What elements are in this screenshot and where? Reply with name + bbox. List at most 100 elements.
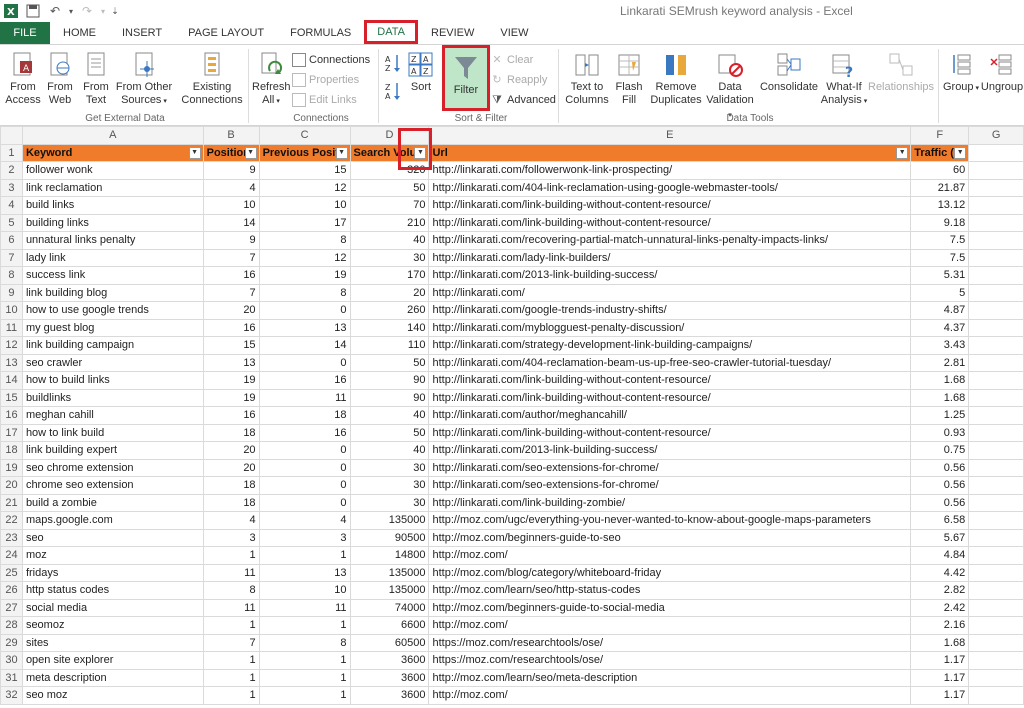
cell[interactable]: 1 <box>258 616 351 635</box>
cell[interactable]: 9 <box>202 231 260 250</box>
redo-icon[interactable]: ↷ <box>76 0 98 22</box>
cell[interactable] <box>968 563 1024 582</box>
cell[interactable] <box>968 283 1024 302</box>
cell[interactable] <box>968 651 1024 670</box>
row-header[interactable]: 19 <box>0 458 23 477</box>
cell[interactable] <box>968 581 1024 600</box>
cell[interactable]: 1 <box>258 686 351 705</box>
row-header[interactable]: 7 <box>0 248 23 267</box>
select-all-corner[interactable] <box>0 126 23 145</box>
refresh-all-button[interactable]: Refresh All ▾ <box>252 51 291 108</box>
edit-links-button[interactable]: Edit Links <box>292 91 357 109</box>
cell[interactable]: 13 <box>202 353 260 372</box>
cell[interactable] <box>968 441 1024 460</box>
cell[interactable]: 50 <box>349 423 430 442</box>
cell[interactable]: build a zombie <box>21 493 204 512</box>
cell[interactable]: 4 <box>258 511 351 530</box>
row-header[interactable]: 4 <box>0 196 23 215</box>
from-other-sources-button[interactable]: From Other Sources ▾ <box>114 51 174 108</box>
cell[interactable]: http://moz.com/learn/seo/meta-descriptio… <box>428 668 912 687</box>
cell[interactable]: 30 <box>349 248 430 267</box>
cell[interactable]: 30 <box>349 493 430 512</box>
redo-dropdown-icon[interactable]: ▾ <box>98 0 108 22</box>
cell[interactable]: 1.17 <box>910 651 970 670</box>
tab-page-layout[interactable]: PAGE LAYOUT <box>175 22 277 44</box>
cell[interactable]: 4 <box>202 511 260 530</box>
cell[interactable] <box>968 598 1024 617</box>
cell[interactable]: 0.93 <box>910 423 970 442</box>
cell[interactable]: 3600 <box>349 668 430 687</box>
tab-home[interactable]: HOME <box>50 22 109 44</box>
cell[interactable]: http://moz.com/ <box>428 686 912 705</box>
cell[interactable]: seomoz <box>21 616 204 635</box>
properties-button[interactable]: Properties <box>292 71 359 89</box>
cell[interactable]: 19 <box>202 371 260 390</box>
cell[interactable]: 135000 <box>349 511 430 530</box>
row-header[interactable]: 18 <box>0 441 23 460</box>
cell[interactable]: 0 <box>258 458 351 477</box>
cell[interactable]: how to build links <box>21 371 204 390</box>
cell[interactable]: 0 <box>258 441 351 460</box>
cell[interactable] <box>968 318 1024 337</box>
cell[interactable]: 9 <box>202 161 260 180</box>
cell[interactable]: http://moz.com/beginners-guide-to-seo <box>428 528 912 547</box>
cell[interactable]: 8 <box>202 581 260 600</box>
cell[interactable]: 12 <box>258 248 351 267</box>
cell[interactable]: buildlinks <box>21 388 204 407</box>
cell[interactable]: meghan cahill <box>21 406 204 425</box>
cell[interactable]: 4.84 <box>910 546 970 565</box>
cell[interactable]: 7.5 <box>910 248 970 267</box>
column-header[interactable]: G <box>968 126 1024 145</box>
cell[interactable]: 6.58 <box>910 511 970 530</box>
column-header[interactable]: A <box>21 126 204 145</box>
text-to-columns-button[interactable]: Text to Columns <box>562 51 612 107</box>
row-header[interactable]: 30 <box>0 651 23 670</box>
tab-insert[interactable]: INSERT <box>109 22 175 44</box>
cell[interactable] <box>968 248 1024 267</box>
cell[interactable]: http://linkarati.com/followerwonk-link-p… <box>428 161 912 180</box>
filter-dropdown-icon[interactable]: ▼ <box>896 146 909 159</box>
cell[interactable]: 50 <box>349 178 430 197</box>
cell[interactable]: http://moz.com/ <box>428 616 912 635</box>
filter-dropdown-icon[interactable]: ▼ <box>335 146 348 159</box>
row-header[interactable]: 10 <box>0 301 23 320</box>
header-cell[interactable]: Url ▼ <box>428 143 912 162</box>
cell[interactable]: 1 <box>202 546 260 565</box>
cell[interactable]: https://moz.com/researchtools/ose/ <box>428 633 912 652</box>
row-header[interactable]: 11 <box>0 318 23 337</box>
remove-duplicates-button[interactable]: Remove Duplicates <box>648 51 704 107</box>
cell[interactable]: 60500 <box>349 633 430 652</box>
filter-dropdown-icon[interactable]: ▼ <box>414 146 427 159</box>
header-cell[interactable]: Keyword ▼ <box>21 143 204 162</box>
cell[interactable]: 30 <box>349 476 430 495</box>
cell[interactable]: 10 <box>202 196 260 215</box>
cell[interactable]: http://linkarati.com/404-link-reclamatio… <box>428 178 912 197</box>
cell[interactable]: social media <box>21 598 204 617</box>
cell[interactable]: 4.42 <box>910 563 970 582</box>
cell[interactable]: 18 <box>258 406 351 425</box>
tab-file[interactable]: FILE <box>0 22 50 44</box>
what-if-analysis-button[interactable]: ? What-If Analysis ▾ <box>820 51 868 108</box>
cell[interactable]: 0.56 <box>910 493 970 512</box>
cell[interactable] <box>968 231 1024 250</box>
consolidate-button[interactable]: Consolidate <box>758 51 820 94</box>
row-header[interactable]: 26 <box>0 581 23 600</box>
cell[interactable]: 16 <box>202 318 260 337</box>
cell[interactable]: how to link build <box>21 423 204 442</box>
cell[interactable]: http://linkarati.com/link-building-zombi… <box>428 493 912 512</box>
cell[interactable]: https://moz.com/researchtools/ose/ <box>428 651 912 670</box>
cell[interactable]: build links <box>21 196 204 215</box>
cell[interactable]: 21.87 <box>910 178 970 197</box>
tab-data[interactable]: DATA <box>364 20 418 44</box>
cell[interactable]: http://moz.com/beginners-guide-to-social… <box>428 598 912 617</box>
cell[interactable]: http://moz.com/blog/category/whiteboard-… <box>428 563 912 582</box>
cell[interactable]: 70 <box>349 196 430 215</box>
cell[interactable]: seo <box>21 528 204 547</box>
cell[interactable]: 10 <box>258 196 351 215</box>
cell[interactable]: http://linkarati.com/strategy-developmen… <box>428 336 912 355</box>
cell[interactable]: 16 <box>202 266 260 285</box>
customize-toolbar-icon[interactable]: ⇣ <box>108 0 122 22</box>
sort-z-to-a-button[interactable]: ZA <box>382 81 404 105</box>
cell[interactable]: 7 <box>202 633 260 652</box>
cell[interactable]: http://moz.com/ugc/everything-you-never-… <box>428 511 912 530</box>
